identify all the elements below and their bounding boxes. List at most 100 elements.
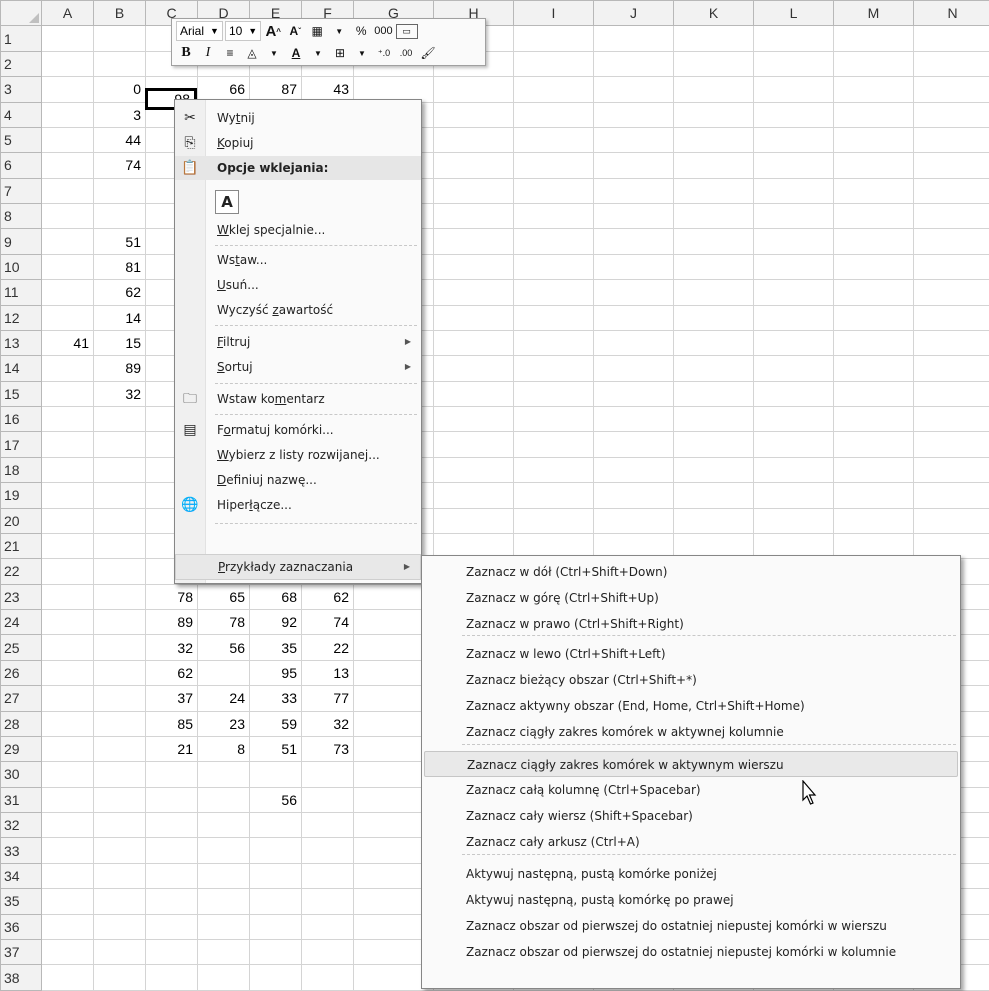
cell[interactable] (593, 304, 674, 331)
cell[interactable] (93, 685, 146, 712)
cell[interactable] (93, 456, 146, 484)
cell[interactable] (93, 431, 146, 458)
cell[interactable]: 44 (93, 126, 146, 154)
cell[interactable] (673, 126, 754, 154)
cell[interactable] (913, 431, 989, 458)
row-header[interactable]: 20 (0, 507, 42, 534)
row-header[interactable]: 2 (0, 50, 42, 78)
submenu-item[interactable]: Aktywuj następną, pustą komórkę po prawe… (424, 887, 958, 913)
row-header[interactable]: 16 (0, 405, 42, 433)
cell[interactable] (433, 482, 514, 509)
cell[interactable] (433, 329, 514, 357)
cell[interactable] (833, 482, 914, 509)
submenu-item[interactable]: Zaznacz cały arkusz (Ctrl+A) (424, 829, 958, 855)
cell[interactable] (41, 253, 94, 281)
cell[interactable]: 81 (93, 253, 146, 281)
row-header[interactable]: 12 (0, 304, 42, 331)
cell[interactable] (833, 228, 914, 255)
cell[interactable] (145, 862, 198, 890)
decrease-decimal-icon[interactable]: .00 (396, 44, 416, 63)
column-header[interactable]: K (673, 0, 754, 27)
column-header[interactable]: L (753, 0, 834, 27)
row-header[interactable]: 10 (0, 253, 42, 281)
row-header[interactable]: 29 (0, 735, 42, 763)
row-header[interactable]: 21 (0, 532, 42, 560)
cell[interactable] (41, 456, 94, 484)
cell[interactable] (93, 558, 146, 585)
cell[interactable]: 73 (301, 735, 354, 763)
cell[interactable] (41, 405, 94, 433)
cell[interactable] (593, 380, 674, 408)
column-header[interactable]: I (513, 0, 594, 27)
menu-item-copy[interactable]: ⎘ Kopiuj (175, 131, 421, 155)
cell[interactable] (433, 456, 514, 484)
percent-style-button[interactable]: % (351, 22, 371, 41)
cell[interactable] (197, 811, 250, 839)
cell[interactable] (593, 25, 674, 52)
cell[interactable] (513, 380, 594, 408)
menu-item-cut[interactable]: ✂ Wytnij (175, 106, 421, 130)
cell[interactable] (41, 279, 94, 306)
cell[interactable] (913, 152, 989, 179)
cell[interactable] (513, 228, 594, 255)
cell[interactable] (197, 938, 250, 966)
cell[interactable] (593, 177, 674, 205)
cell[interactable] (513, 329, 594, 357)
cell[interactable] (913, 126, 989, 154)
cell[interactable] (93, 710, 146, 737)
row-header[interactable]: 35 (0, 888, 42, 915)
cell[interactable] (753, 329, 834, 357)
cell[interactable] (249, 811, 302, 839)
cell[interactable] (673, 25, 754, 52)
cell[interactable] (593, 101, 674, 128)
italic-button[interactable]: I (198, 44, 218, 63)
row-header[interactable]: 6 (0, 152, 42, 179)
row-header[interactable]: 13 (0, 329, 42, 357)
cell[interactable] (433, 126, 514, 154)
cell[interactable]: 68 (249, 583, 302, 611)
cell[interactable] (93, 862, 146, 890)
cell[interactable] (433, 279, 514, 306)
cell[interactable]: 32 (93, 380, 146, 408)
submenu-item[interactable]: Zaznacz ciągły zakres komórek w aktywnym… (424, 751, 958, 777)
cell[interactable] (913, 202, 989, 230)
cell[interactable] (433, 431, 514, 458)
cell[interactable] (833, 405, 914, 433)
cell[interactable] (593, 405, 674, 433)
cell[interactable] (753, 228, 834, 255)
cell[interactable] (753, 380, 834, 408)
cell[interactable] (913, 405, 989, 433)
menu-item-selection-examples[interactable]: Przykłady zaznaczania ▶ (175, 554, 421, 580)
cell[interactable] (913, 76, 989, 103)
cell[interactable] (673, 329, 754, 357)
cell[interactable] (41, 888, 94, 915)
cell[interactable]: 56 (249, 786, 302, 814)
cell[interactable] (833, 76, 914, 103)
cell[interactable] (145, 811, 198, 839)
cell[interactable] (301, 862, 354, 890)
select-all-corner[interactable] (0, 0, 42, 27)
cell[interactable] (593, 355, 674, 382)
cell[interactable] (513, 431, 594, 458)
cell[interactable] (197, 862, 250, 890)
row-header[interactable]: 5 (0, 126, 42, 154)
cell[interactable] (197, 837, 250, 864)
cell[interactable] (301, 964, 354, 991)
cell[interactable] (513, 253, 594, 281)
decrease-font-icon[interactable]: Aˇ (285, 22, 305, 41)
cell[interactable] (145, 761, 198, 788)
cell[interactable]: 56 (197, 634, 250, 661)
increase-decimal-icon[interactable]: ⁺.0 (374, 44, 394, 63)
cell[interactable] (913, 329, 989, 357)
row-header[interactable]: 36 (0, 913, 42, 940)
cell[interactable] (41, 482, 94, 509)
cell[interactable] (249, 913, 302, 940)
fill-color-icon[interactable]: ◬ (242, 44, 262, 63)
cell[interactable] (673, 76, 754, 103)
chevron-down-icon[interactable]: ▼ (264, 44, 284, 63)
cell[interactable] (41, 913, 94, 940)
cell[interactable] (433, 152, 514, 179)
cell[interactable] (41, 938, 94, 966)
cell[interactable] (197, 888, 250, 915)
cell[interactable] (41, 634, 94, 661)
